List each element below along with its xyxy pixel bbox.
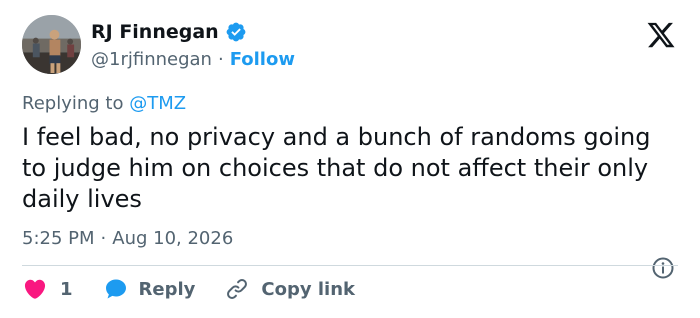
- author-name[interactable]: RJ Finnegan: [91, 21, 219, 43]
- info-icon[interactable]: [651, 256, 675, 280]
- reply-context-prefix: Replying to: [22, 93, 124, 114]
- reply-bubble-icon: [105, 279, 126, 299]
- tweet-timestamp[interactable]: 5:25 PM · Aug 10, 2026: [22, 228, 233, 249]
- heart-icon: [24, 279, 46, 299]
- reply-label: Reply: [138, 278, 196, 300]
- timestamp-separator: ·: [100, 228, 107, 249]
- author-name-row: RJ Finnegan: [91, 21, 247, 43]
- tweet-date: Aug 10, 2026: [112, 228, 234, 249]
- author-handle-row: @1rjfinnegan · Follow: [91, 49, 295, 70]
- avatar-photo-icon: [22, 15, 81, 74]
- tweet-text: I feel bad, no privacy and a bunch of ra…: [22, 123, 651, 213]
- avatar[interactable]: [22, 15, 81, 74]
- author-handle[interactable]: @1rjfinnegan: [91, 49, 212, 70]
- reply-button[interactable]: Reply: [103, 277, 196, 301]
- handle-separator: ·: [217, 49, 224, 70]
- copy-link-label: Copy link: [261, 278, 355, 300]
- reply-mention-link[interactable]: @TMZ: [129, 93, 186, 114]
- tweet-time: 5:25 PM: [22, 228, 95, 249]
- action-bar: 1 Reply Copy link: [22, 277, 355, 301]
- follow-button[interactable]: Follow: [230, 49, 295, 70]
- copy-link-button[interactable]: Copy link: [225, 277, 355, 301]
- link-icon: [227, 279, 248, 299]
- verified-badge-icon: [226, 22, 246, 42]
- like-count: 1: [60, 278, 73, 300]
- reply-context: Replying to @TMZ: [22, 93, 186, 114]
- tweet-card: RJ Finnegan @1rjfinnegan · Follow Replyi…: [0, 0, 700, 318]
- x-logo-icon[interactable]: [645, 20, 677, 50]
- like-button[interactable]: 1: [22, 277, 73, 301]
- divider: [22, 265, 678, 266]
